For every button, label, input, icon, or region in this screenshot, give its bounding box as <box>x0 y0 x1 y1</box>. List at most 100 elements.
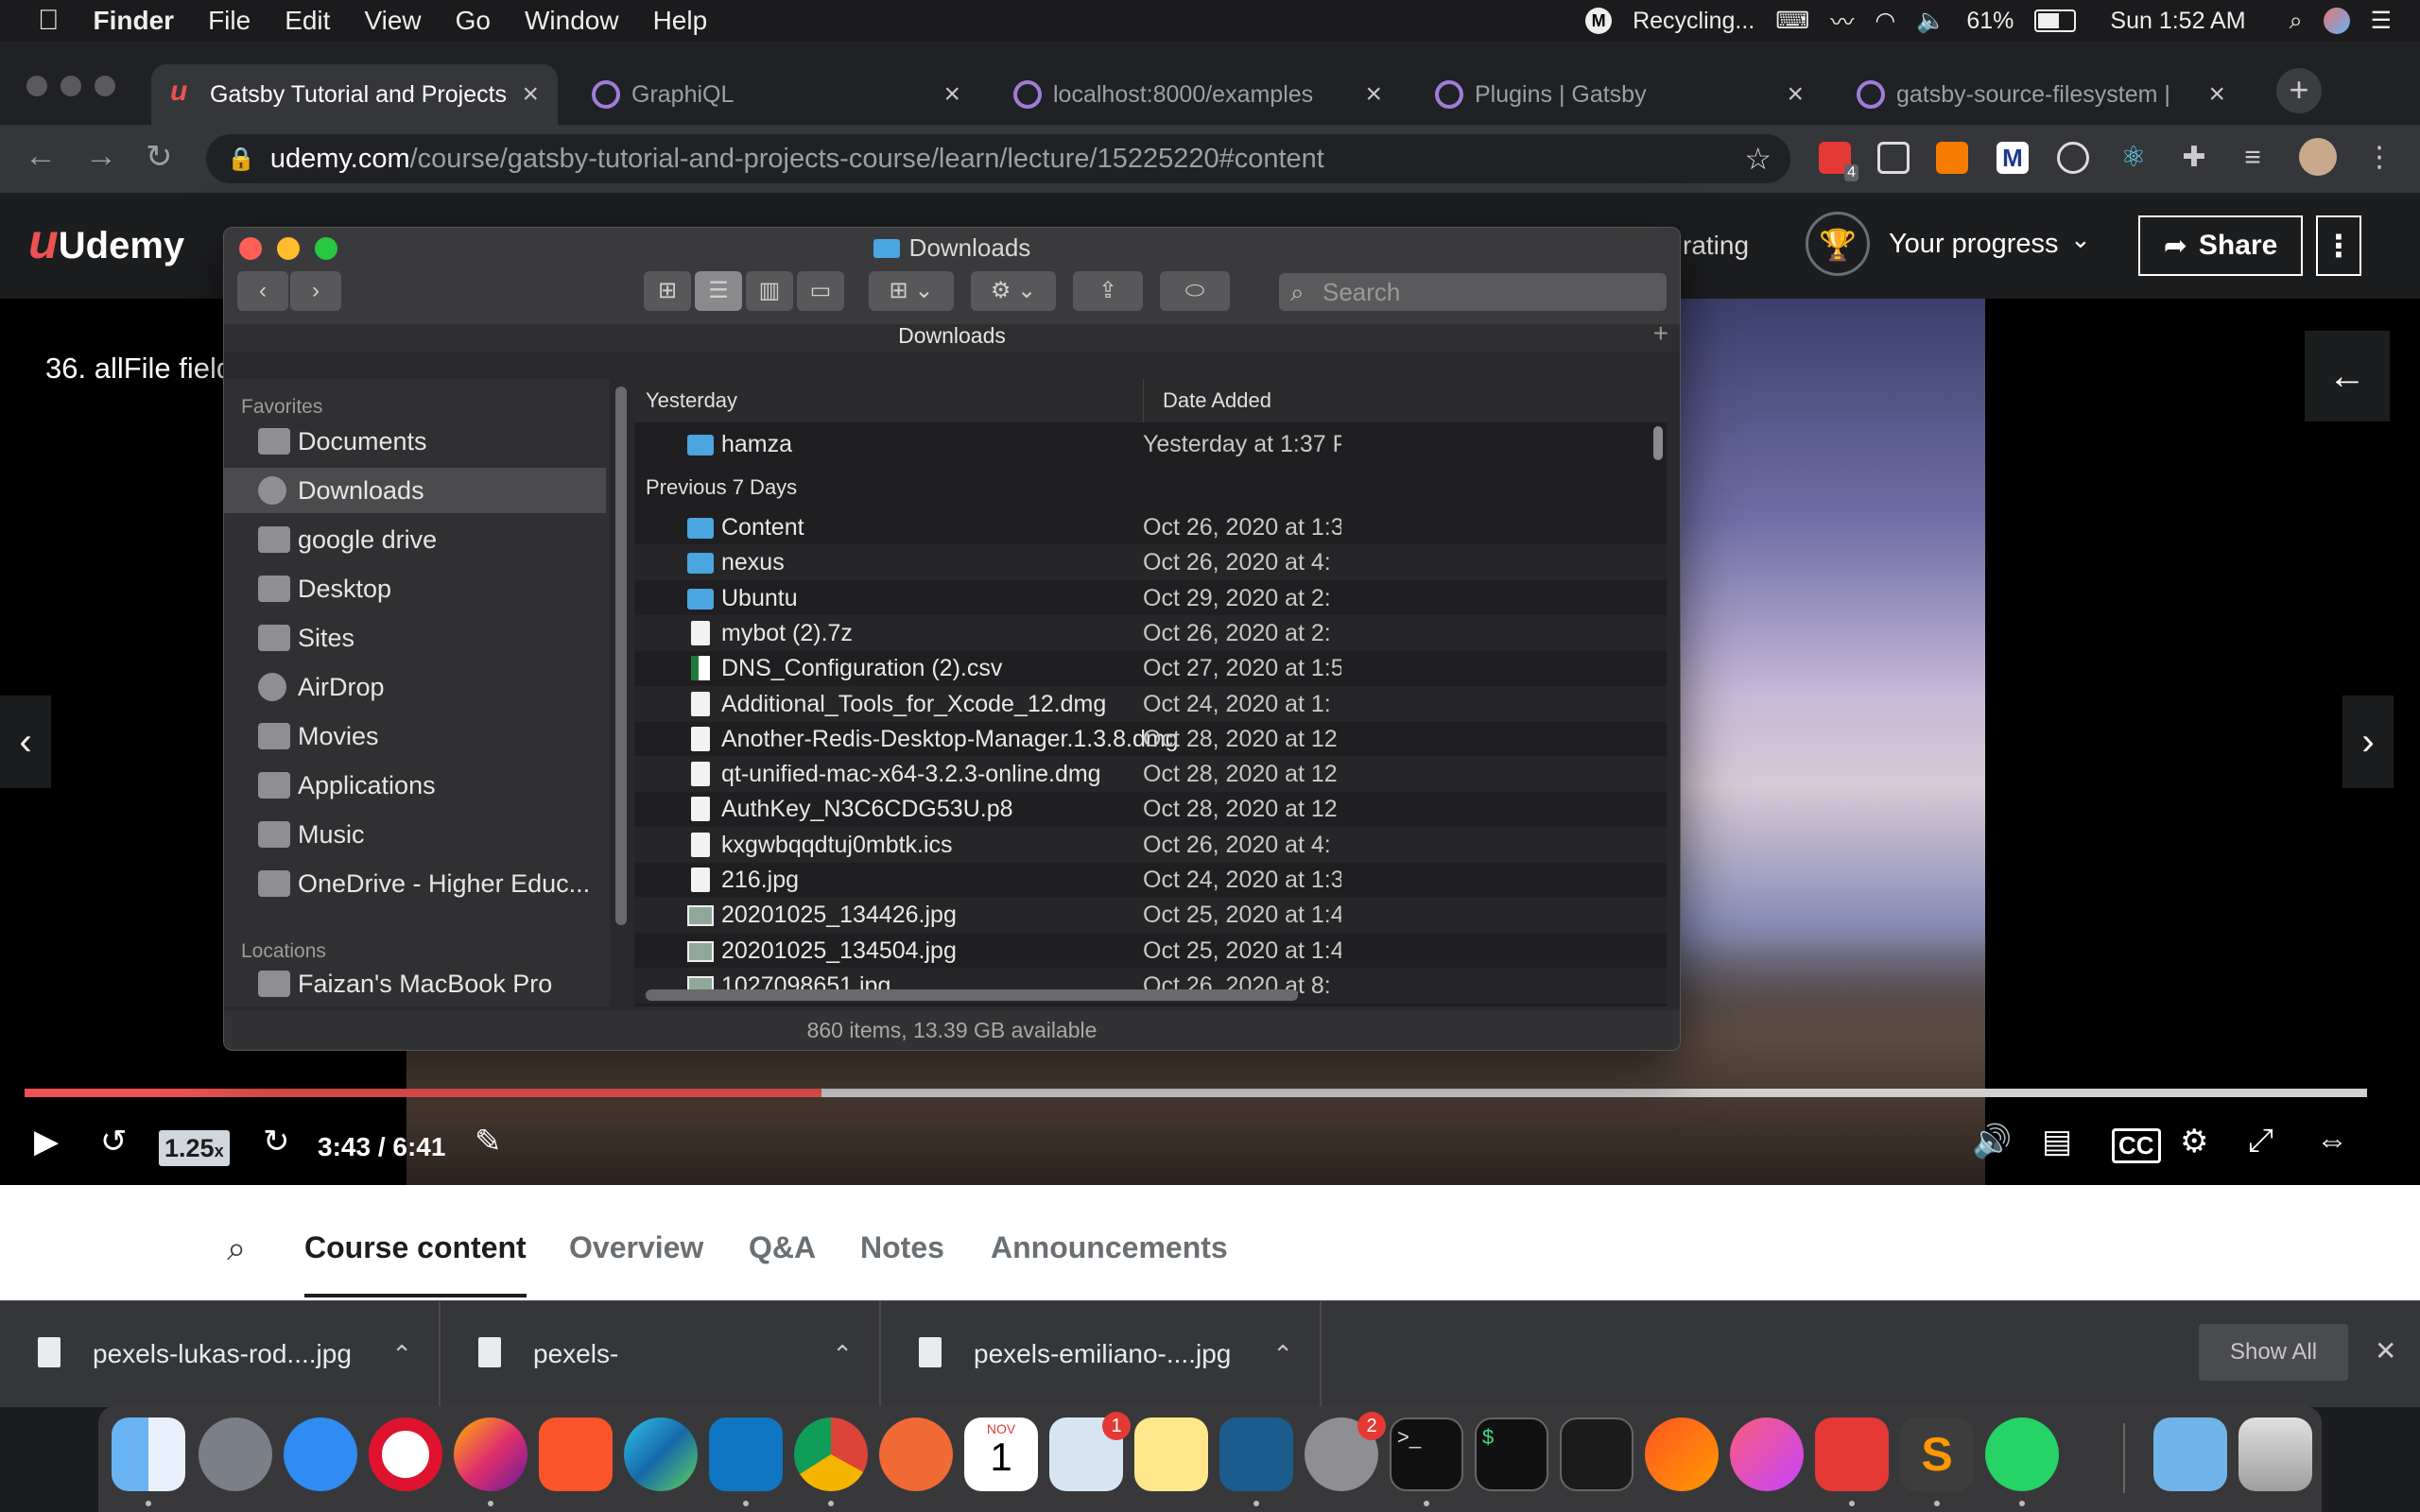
tab-close-icon[interactable]: × <box>1365 78 1382 111</box>
notes-dock-icon[interactable] <box>1134 1418 1208 1491</box>
browser-menu-icon[interactable]: ⋮ <box>2363 142 2395 174</box>
file-row[interactable]: AuthKey_N3C6CDG53U.p8 Oct 28, 2020 at 12 <box>634 791 1667 827</box>
trash-dock-icon[interactable] <box>2238 1418 2312 1491</box>
file-row[interactable]: hamza Yesterday at 1:37 P <box>634 426 1667 462</box>
anydesk-dock-icon[interactable] <box>1815 1418 1889 1491</box>
launchpad-dock-icon[interactable] <box>199 1418 272 1491</box>
back-arrow-icon[interactable]: ← <box>25 138 57 175</box>
file-row[interactable]: Additional_Tools_for_Xcode_12.dmg Oct 24,… <box>634 685 1667 722</box>
column-header-date-added[interactable]: Date Added <box>1143 379 1271 422</box>
close-downloads-icon[interactable]: ✕ <box>2375 1335 2396 1366</box>
downloads-stack-dock-icon[interactable] <box>2153 1418 2227 1491</box>
previous-lecture-chevron-icon[interactable]: ‹ <box>0 696 51 788</box>
share-icon[interactable]: ⇪ <box>1073 271 1143 311</box>
control-center-icon[interactable]: ☰ <box>2371 7 2392 35</box>
tab-gatsby-tutorial[interactable]: u Gatsby Tutorial and Projects × <box>151 64 558 125</box>
chevron-up-icon[interactable]: ⌃ <box>391 1301 412 1407</box>
activity-icon[interactable]: 〰 <box>1830 4 1854 38</box>
sidebar-item-sites[interactable]: Sites <box>224 615 606 661</box>
more-options-button[interactable]: ⋮ <box>2316 215 2361 276</box>
playback-speed-button[interactable]: 1.25x <box>159 1130 230 1166</box>
transcript-icon[interactable]: ▤ <box>2042 1123 2072 1160</box>
icon-view-icon[interactable]: ⊞ <box>644 271 691 311</box>
file-row[interactable]: qt-unified-mac-x64-3.2.3-online.dmg Oct 2… <box>634 756 1667 793</box>
mysql-workbench-dock-icon[interactable] <box>1219 1418 1293 1491</box>
video-progress-bar[interactable] <box>25 1089 2367 1097</box>
chevron-down-icon[interactable]: ⌄ <box>2070 225 2091 254</box>
calendar-dock-icon[interactable]: NOV 1 <box>964 1418 1038 1491</box>
tab-gatsby-source-filesystem[interactable]: gatsby-source-filesystem | × <box>1838 64 2244 125</box>
menu-app-name[interactable]: Finder <box>77 6 192 36</box>
address-bar[interactable]: 🔒 udemy.com/course/gatsby-tutorial-and-p… <box>206 134 1790 183</box>
share-button[interactable]: ➦ Share <box>2138 215 2303 276</box>
tab-localhost-examples[interactable]: localhost:8000/examples × <box>994 64 1401 125</box>
tab-graphiql[interactable]: GraphiQL × <box>573 64 979 125</box>
download-item[interactable]: pexels- ⌃ <box>441 1301 881 1407</box>
sidebar-item-documents[interactable]: Documents <box>224 419 606 464</box>
sublime-text-dock-icon[interactable]: S <box>1900 1418 1974 1491</box>
sidebar-scrollbar[interactable] <box>615 387 627 925</box>
wifi-icon[interactable]: ◠ <box>1875 7 1895 35</box>
whatsapp-dock-icon[interactable] <box>1985 1418 2059 1491</box>
gallery-view-icon[interactable]: ▭ <box>797 271 844 311</box>
tab-overview[interactable]: Overview <box>569 1230 703 1265</box>
download-item[interactable]: pexels-emiliano-....jpg ⌃ <box>881 1301 1322 1407</box>
tab-plugins-gatsby[interactable]: Plugins | Gatsby × <box>1416 64 1823 125</box>
sidebar-item-downloads[interactable]: Downloads <box>224 468 606 513</box>
rating-link[interactable]: rating <box>1683 231 1749 261</box>
tab-close-icon[interactable]: × <box>1787 78 1804 111</box>
apple-menu-icon[interactable]:  <box>0 5 77 37</box>
sidebar-item-music[interactable]: Music <box>224 812 606 857</box>
chevron-up-icon[interactable]: ⌃ <box>1272 1301 1293 1407</box>
profile-avatar[interactable] <box>2299 138 2337 176</box>
menu-file[interactable]: File <box>191 6 268 36</box>
postman-dock-icon[interactable] <box>879 1418 953 1491</box>
reading-list-icon[interactable]: ≡ <box>2237 142 2269 174</box>
group-by-icon[interactable]: ⊞ ⌄ <box>869 271 954 311</box>
mail-dock-icon[interactable]: 1 <box>1049 1412 1131 1491</box>
reload-icon[interactable]: ↻ <box>146 138 173 176</box>
m-app-icon[interactable]: M <box>1585 8 1613 34</box>
file-row[interactable]: mybot (2).7z Oct 26, 2020 at 2: <box>634 614 1667 651</box>
battery-icon[interactable] <box>2034 9 2077 32</box>
rewind-icon[interactable]: ↺ <box>100 1123 128 1160</box>
spotlight-icon[interactable]: ⌕ <box>2267 8 2303 35</box>
trophy-icon[interactable]: 🏆 <box>1806 212 1870 276</box>
menu-window[interactable]: Window <box>508 6 636 36</box>
tab-announcements[interactable]: Announcements <box>991 1230 1228 1265</box>
column-view-icon[interactable]: ▥ <box>746 271 793 311</box>
add-note-icon[interactable]: ✎ <box>475 1123 502 1160</box>
tab-course-content[interactable]: Course content <box>304 1230 527 1297</box>
sidebar-item-movies[interactable]: Movies <box>224 713 606 759</box>
sidebar-item-applications[interactable]: Applications <box>224 763 606 808</box>
rocket-typist-dock-icon[interactable] <box>1645 1418 1719 1491</box>
edge-dock-icon[interactable] <box>624 1418 698 1491</box>
menu-go[interactable]: Go <box>439 6 508 36</box>
your-progress-button[interactable]: Your progress <box>1889 229 2058 260</box>
chrome-dock-icon[interactable] <box>794 1418 868 1491</box>
show-all-button[interactable]: Show All <box>2199 1324 2348 1381</box>
ublock-extension-icon[interactable]: 4 <box>1819 142 1858 181</box>
finder-dock-icon[interactable] <box>112 1418 185 1491</box>
recycling-status[interactable]: Recycling... <box>1633 8 1754 35</box>
tab-close-icon[interactable]: × <box>2208 78 2225 111</box>
action-gear-icon[interactable]: ⚙ ⌄ <box>971 271 1056 311</box>
keyboard-icon[interactable]: ⌨ <box>1775 7 1809 35</box>
forward-arrow-icon[interactable]: → <box>85 138 117 175</box>
m-extension-icon[interactable]: M <box>1996 142 2029 174</box>
forward-icon[interactable]: ↻ <box>263 1123 290 1160</box>
sidebar-item-google-drive[interactable]: google drive <box>224 517 606 562</box>
udemy-logo[interactable]: uUdemy <box>28 214 184 270</box>
safari-dock-icon[interactable] <box>284 1418 357 1491</box>
maximize-dot[interactable] <box>95 76 115 96</box>
tab-close-icon[interactable]: × <box>943 78 960 111</box>
sidebar-item-airdrop[interactable]: AirDrop <box>224 664 606 710</box>
list-horizontal-scrollbar[interactable] <box>646 989 1298 1001</box>
tags-icon[interactable]: ⬭ <box>1160 271 1230 311</box>
sidebar-item-desktop[interactable]: Desktop <box>224 566 606 611</box>
terminal-dock-icon[interactable]: >_ <box>1390 1418 1463 1491</box>
brave-dock-icon[interactable] <box>539 1418 613 1491</box>
volume-icon[interactable]: 🔈 <box>1916 8 1945 35</box>
file-row[interactable]: 20201025_134504.jpg Oct 25, 2020 at 1:4 <box>634 933 1667 969</box>
menu-help[interactable]: Help <box>636 6 725 36</box>
